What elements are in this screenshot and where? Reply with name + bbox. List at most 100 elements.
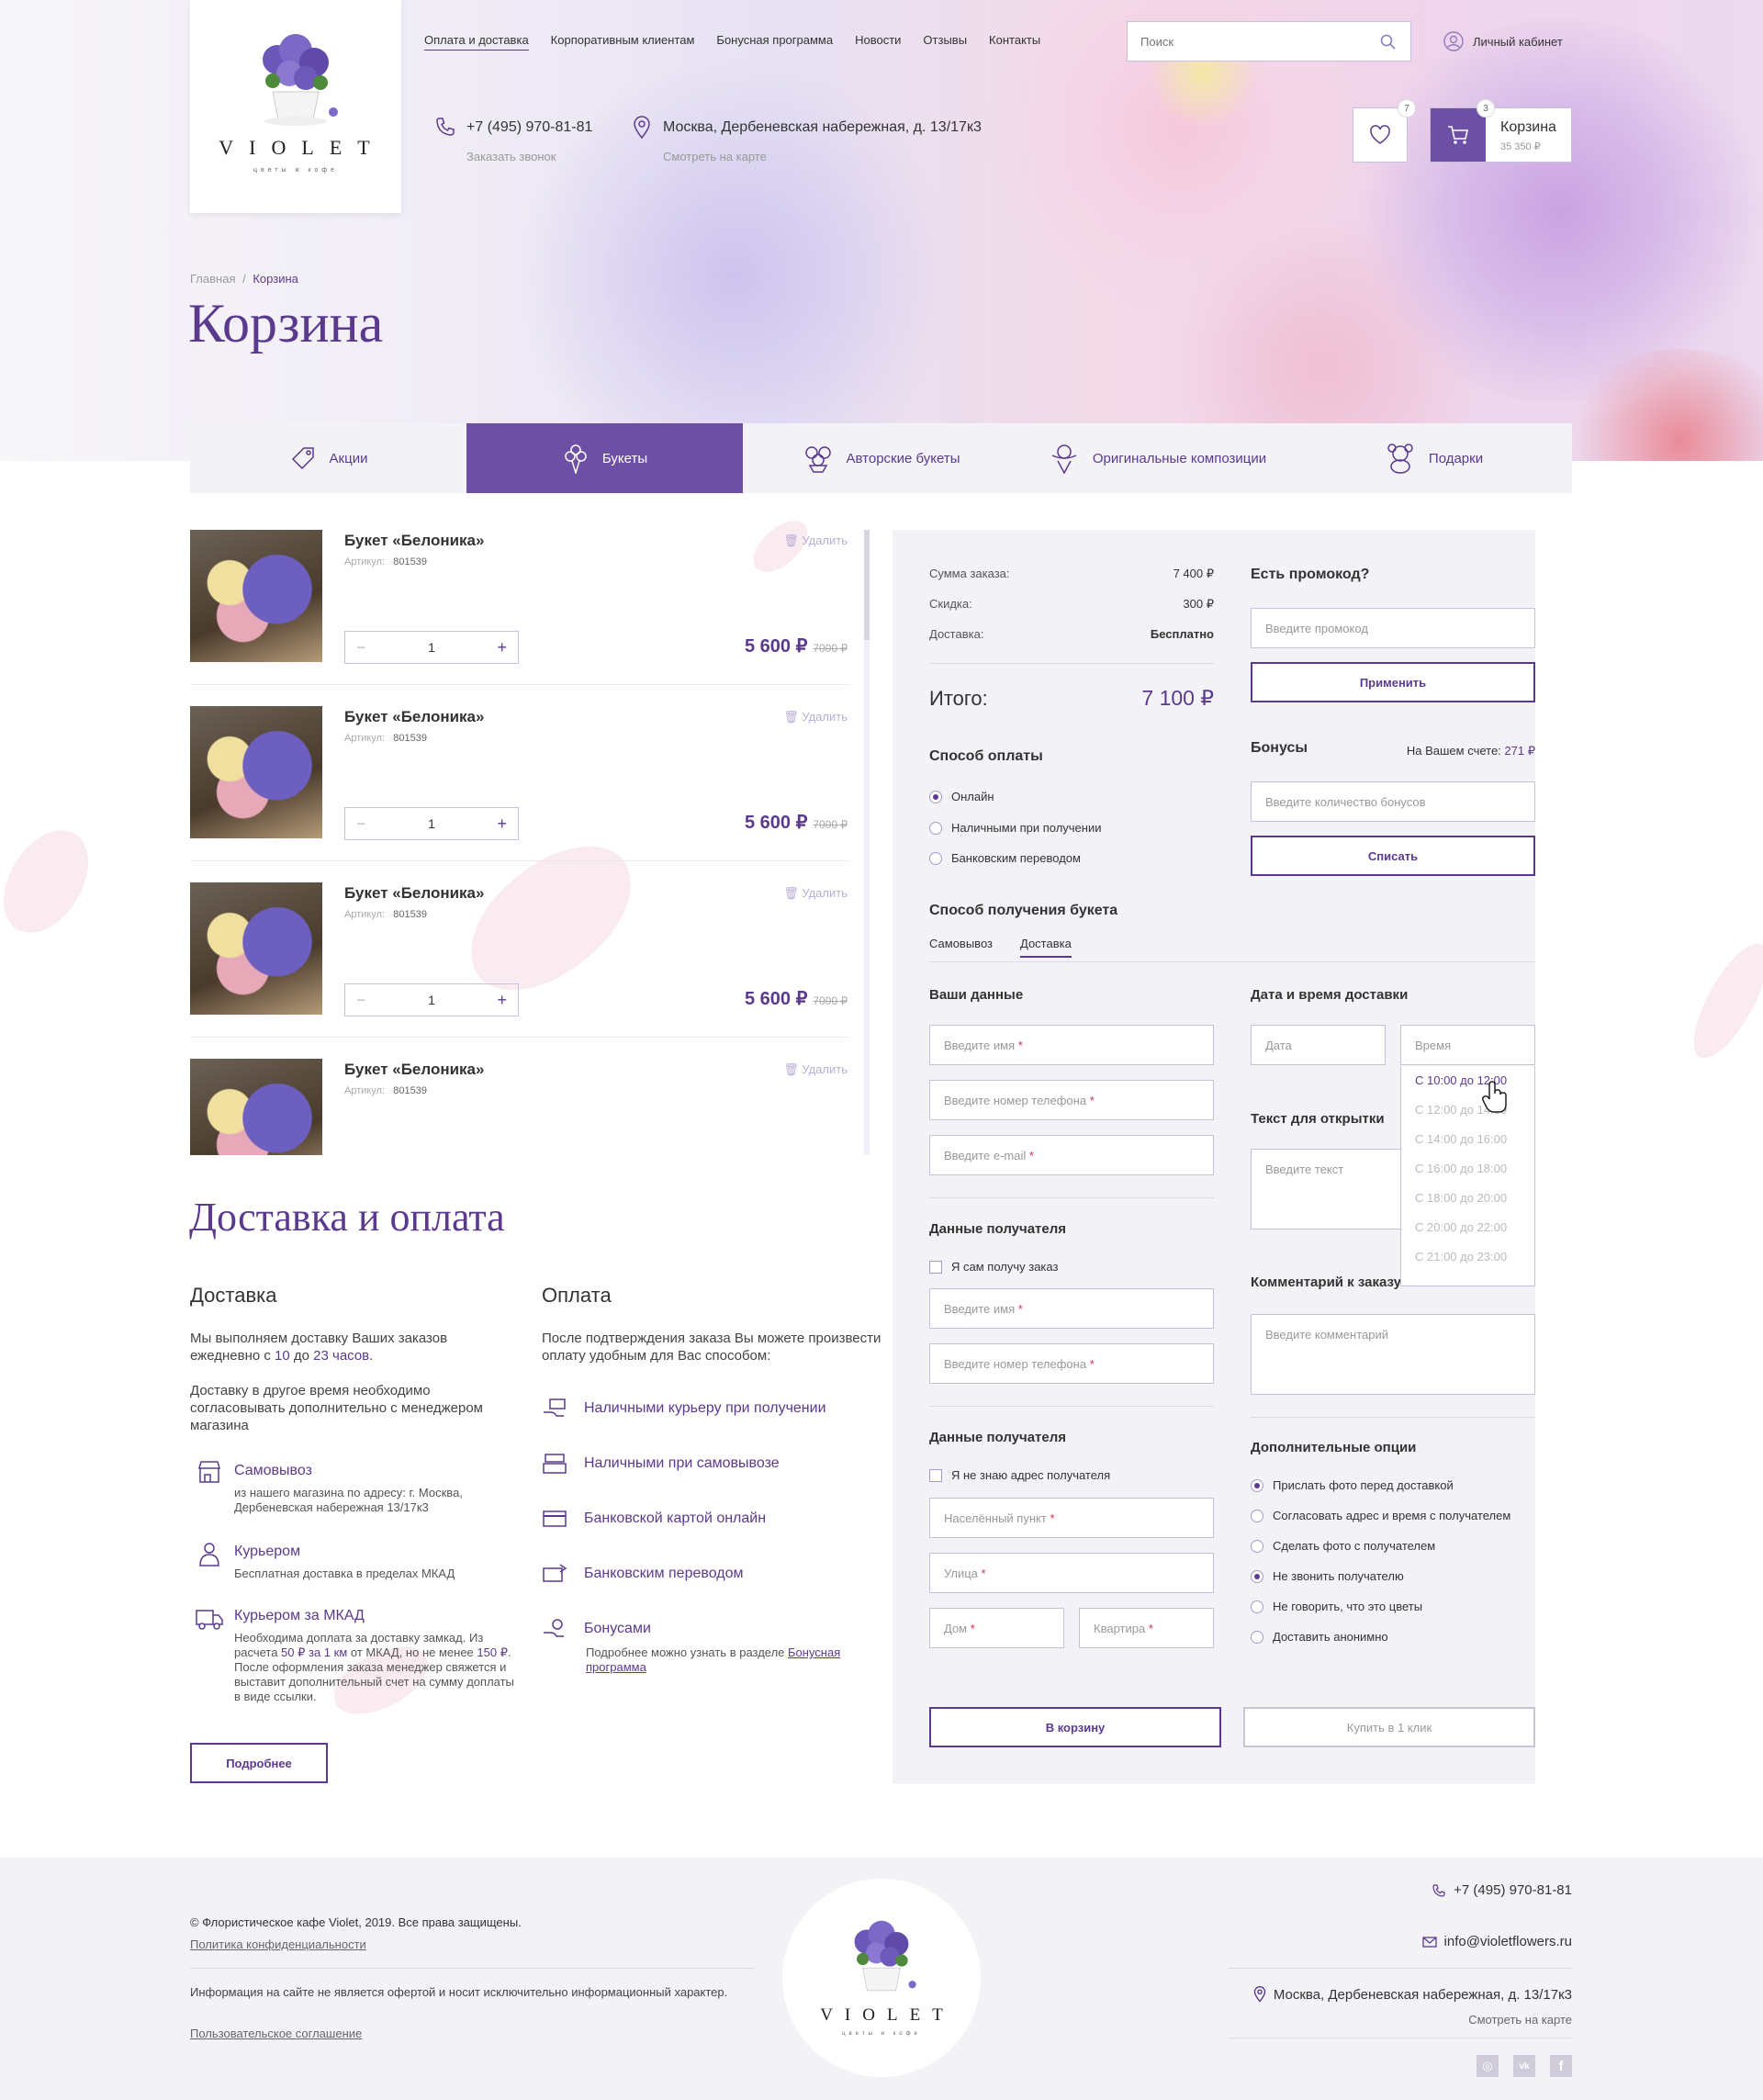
radio-button[interactable]: [929, 851, 942, 865]
search-input[interactable]: [1128, 22, 1357, 61]
unknown-address-checkbox[interactable]: Я не знаю адрес получателя: [929, 1468, 1110, 1482]
radio-button[interactable]: [929, 821, 942, 835]
nav-item-payment-delivery[interactable]: Оплата и доставка: [424, 33, 529, 51]
city-field[interactable]: Населённый пункт *: [929, 1498, 1214, 1538]
plus-button[interactable]: +: [497, 814, 507, 834]
extra-option-agree-address[interactable]: Согласовать адрес и время с получателем: [1251, 1509, 1510, 1522]
time-option[interactable]: С 16:00 до 18:00: [1401, 1154, 1534, 1184]
pay-method-cash-pickup[interactable]: Наличными при самовывозе: [542, 1453, 780, 1475]
logo[interactable]: VIOLET цветы и кофе: [190, 0, 401, 213]
extra-option-no-flowers[interactable]: Не говорить, что это цветы: [1251, 1600, 1422, 1613]
minus-button[interactable]: −: [356, 991, 366, 1010]
time-option[interactable]: С 12:00 до 14:00: [1401, 1095, 1534, 1125]
self-receive-checkbox[interactable]: Я сам получу заказ: [929, 1260, 1058, 1274]
favorites-button[interactable]: 7: [1353, 99, 1416, 163]
radio-button[interactable]: [1251, 1509, 1263, 1522]
street-field[interactable]: Улица *: [929, 1553, 1214, 1593]
extra-option-anonymous[interactable]: Доставить анонимно: [1251, 1630, 1388, 1644]
delete-button[interactable]: 🗑 Удалить: [783, 533, 848, 548]
nav-item-contacts[interactable]: Контакты: [989, 33, 1040, 51]
delete-button[interactable]: 🗑 Удалить: [783, 710, 848, 724]
radio-button[interactable]: [1251, 1600, 1263, 1613]
time-option[interactable]: С 20:00 до 22:00: [1401, 1213, 1534, 1242]
promo-input[interactable]: Введите промокод: [1251, 608, 1535, 648]
extra-option-photo-before[interactable]: Прислать фото перед доставкой: [1251, 1478, 1454, 1492]
callback-link[interactable]: Заказать звонок: [466, 150, 556, 163]
apply-promo-button[interactable]: Применить: [1251, 662, 1535, 702]
checkbox[interactable]: [929, 1260, 942, 1274]
pay-method-bonus[interactable]: Бонусами: [542, 1618, 651, 1640]
search-icon[interactable]: [1380, 34, 1396, 50]
comment-area[interactable]: Введите комментарий: [1251, 1314, 1535, 1395]
product-name[interactable]: Букет «Белоника»: [344, 1061, 484, 1079]
privacy-link[interactable]: Политика конфиденциальности: [190, 1937, 366, 1951]
cart-scrollbar[interactable]: [864, 530, 870, 1154]
product-image[interactable]: [190, 1059, 322, 1155]
payment-option-transfer[interactable]: Банковским переводом: [929, 851, 1081, 865]
delete-button[interactable]: 🗑 Удалить: [783, 886, 848, 901]
phone-field[interactable]: Введите номер телефона *: [929, 1080, 1214, 1120]
extra-option-no-call[interactable]: Не звонить получателю: [1251, 1569, 1404, 1583]
footer-logo[interactable]: VIOLET цветы и кофе: [782, 1879, 981, 2077]
quantity-value[interactable]: 1: [428, 816, 435, 831]
quantity-value[interactable]: 1: [428, 640, 435, 655]
tab-compositions[interactable]: Оригинальные композиции: [1019, 423, 1296, 493]
bonus-input[interactable]: Введите количество бонусов: [1251, 781, 1535, 822]
write-off-bonus-button[interactable]: Списать: [1251, 836, 1535, 876]
product-name[interactable]: Букет «Белоника»: [344, 884, 484, 903]
tab-gifts[interactable]: Подарки: [1296, 423, 1572, 493]
recipient-phone-field[interactable]: Введите номер телефона *: [929, 1343, 1214, 1384]
more-button[interactable]: Подробнее: [190, 1743, 328, 1783]
scrollbar-thumb[interactable]: [864, 530, 870, 640]
radio-button[interactable]: [929, 790, 942, 803]
time-select[interactable]: Время: [1400, 1025, 1535, 1065]
name-field[interactable]: Введите имя *: [929, 1025, 1214, 1065]
receive-tab-pickup[interactable]: Самовывоз: [929, 937, 993, 950]
date-field[interactable]: Дата: [1251, 1025, 1386, 1065]
plus-button[interactable]: +: [497, 991, 507, 1010]
nav-item-corporate[interactable]: Корпоративным клиентам: [551, 33, 695, 51]
pay-method-cash-courier[interactable]: Наличными курьеру при получении: [542, 1398, 826, 1420]
product-image[interactable]: [190, 706, 322, 838]
radio-button[interactable]: [1251, 1569, 1263, 1583]
tab-sales[interactable]: Акции: [190, 423, 466, 493]
quantity-value[interactable]: 1: [428, 993, 435, 1007]
add-to-cart-button[interactable]: В корзину: [929, 1707, 1221, 1747]
product-name[interactable]: Букет «Белоника»: [344, 708, 484, 726]
footer-email[interactable]: info@violetflowers.ru: [1350, 1934, 1572, 1949]
pay-method-card[interactable]: Банковской картой онлайн: [542, 1508, 766, 1530]
map-link[interactable]: Смотреть на карте: [663, 150, 767, 163]
payment-option-online[interactable]: Онлайн: [929, 790, 994, 803]
nav-item-news[interactable]: Новости: [855, 33, 901, 51]
plus-button[interactable]: +: [497, 638, 507, 657]
tab-bouquets[interactable]: Букеты: [466, 423, 743, 493]
instagram-icon[interactable]: ◎: [1477, 2055, 1499, 2077]
minus-button[interactable]: −: [356, 814, 366, 834]
courier-mkad-title[interactable]: Курьером за МКАД: [234, 1609, 514, 1623]
time-option[interactable]: С 10:00 до 12:00: [1401, 1066, 1534, 1095]
time-option[interactable]: С 18:00 до 20:00: [1401, 1184, 1534, 1213]
receive-tab-delivery[interactable]: Доставка: [1020, 937, 1072, 958]
checkbox[interactable]: [929, 1468, 942, 1482]
footer-map-link[interactable]: Смотреть на карте: [1377, 2013, 1572, 2027]
radio-button[interactable]: [1251, 1630, 1263, 1644]
radio-button[interactable]: [1251, 1478, 1263, 1492]
flat-field[interactable]: Квартира *: [1079, 1608, 1214, 1648]
tab-author-bouquets[interactable]: Авторские букеты: [743, 423, 1019, 493]
product-image[interactable]: [190, 882, 322, 1015]
time-option[interactable]: С 14:00 до 16:00: [1401, 1125, 1534, 1154]
product-name[interactable]: Букет «Белоника»: [344, 532, 484, 550]
email-field[interactable]: Введите e-mail *: [929, 1135, 1214, 1175]
header-phone[interactable]: +7 (495) 970-81-81: [466, 119, 592, 136]
minus-button[interactable]: −: [356, 638, 366, 657]
one-click-buy-button[interactable]: Купить в 1 клик: [1243, 1707, 1535, 1747]
cart-widget[interactable]: 3 Корзина 35 350 ₽: [1430, 99, 1572, 163]
courier-title[interactable]: Курьером: [234, 1544, 528, 1559]
payment-option-cash[interactable]: Наличными при получении: [929, 821, 1102, 835]
user-agreement-link[interactable]: Пользовательское соглашение: [190, 2027, 362, 2040]
delete-button[interactable]: 🗑 Удалить: [783, 1062, 848, 1077]
nav-item-bonus[interactable]: Бонусная программа: [716, 33, 833, 51]
recipient-name-field[interactable]: Введите имя *: [929, 1288, 1214, 1329]
nav-item-reviews[interactable]: Отзывы: [923, 33, 967, 51]
vk-icon[interactable]: vk: [1513, 2055, 1535, 2077]
